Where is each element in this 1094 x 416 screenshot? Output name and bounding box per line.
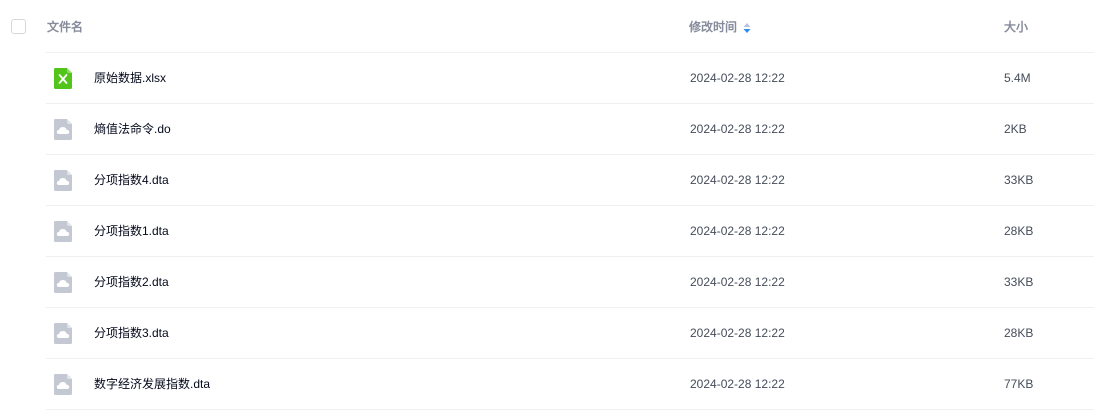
- column-header-modified-time[interactable]: 修改时间: [689, 20, 751, 34]
- file-list-header: 文件名 修改时间 大小: [0, 0, 1094, 53]
- select-all-checkbox[interactable]: [11, 19, 26, 34]
- column-header-filename[interactable]: 文件名: [47, 20, 83, 34]
- file-name[interactable]: 分项指数2.dta: [94, 275, 169, 290]
- file-row[interactable]: 熵值法命令.do 2024-02-28 12:22 2KB: [0, 104, 1094, 155]
- file-size: 33KB: [1004, 275, 1034, 289]
- file-row[interactable]: 分项指数4.dta 2024-02-28 12:22 33KB: [0, 155, 1094, 206]
- file-row[interactable]: 原始数据.xlsx 2024-02-28 12:22 5.4M: [0, 53, 1094, 104]
- cloud-file-icon: [54, 323, 72, 344]
- column-header-modified-time-label: 修改时间: [689, 20, 738, 34]
- file-size: 5.4M: [1004, 71, 1031, 85]
- cloud-file-icon: [54, 221, 72, 242]
- file-name[interactable]: 分项指数1.dta: [94, 224, 169, 239]
- column-header-size[interactable]: 大小: [1004, 20, 1028, 34]
- excel-file-icon: [54, 68, 72, 89]
- cloud-file-icon: [54, 374, 72, 395]
- file-size: 28KB: [1004, 326, 1034, 340]
- cloud-file-icon: [54, 272, 72, 293]
- file-list-table: 文件名 修改时间 大小 原始数据.xlsx 2024-02-28 12:22 5…: [0, 0, 1094, 416]
- file-modified-time: 2024-02-28 12:22: [690, 122, 785, 136]
- file-name[interactable]: 分项指数3.dta: [94, 326, 169, 341]
- file-row[interactable]: 分项指数1.dta 2024-02-28 12:22 28KB: [0, 206, 1094, 257]
- file-name[interactable]: 分项指数4.dta: [94, 173, 169, 188]
- file-size: 77KB: [1004, 377, 1034, 391]
- sort-icon[interactable]: [743, 22, 751, 34]
- file-modified-time: 2024-02-28 12:22: [690, 173, 785, 187]
- cloud-file-icon: [54, 119, 72, 140]
- file-size: 2KB: [1004, 122, 1027, 136]
- file-size: 33KB: [1004, 173, 1034, 187]
- row-divider: [46, 409, 1094, 410]
- file-row[interactable]: 数字经济发展指数.dta 2024-02-28 12:22 77KB: [0, 359, 1094, 410]
- file-modified-time: 2024-02-28 12:22: [690, 71, 785, 85]
- file-name[interactable]: 原始数据.xlsx: [94, 71, 166, 86]
- file-modified-time: 2024-02-28 12:22: [690, 224, 785, 238]
- file-row[interactable]: 分项指数2.dta 2024-02-28 12:22 33KB: [0, 257, 1094, 308]
- file-modified-time: 2024-02-28 12:22: [690, 326, 785, 340]
- file-modified-time: 2024-02-28 12:22: [690, 377, 785, 391]
- file-name[interactable]: 熵值法命令.do: [94, 122, 171, 137]
- file-row[interactable]: 分项指数3.dta 2024-02-28 12:22 28KB: [0, 308, 1094, 359]
- cloud-file-icon: [54, 170, 72, 191]
- file-modified-time: 2024-02-28 12:22: [690, 275, 785, 289]
- file-size: 28KB: [1004, 224, 1034, 238]
- file-name[interactable]: 数字经济发展指数.dta: [94, 377, 210, 392]
